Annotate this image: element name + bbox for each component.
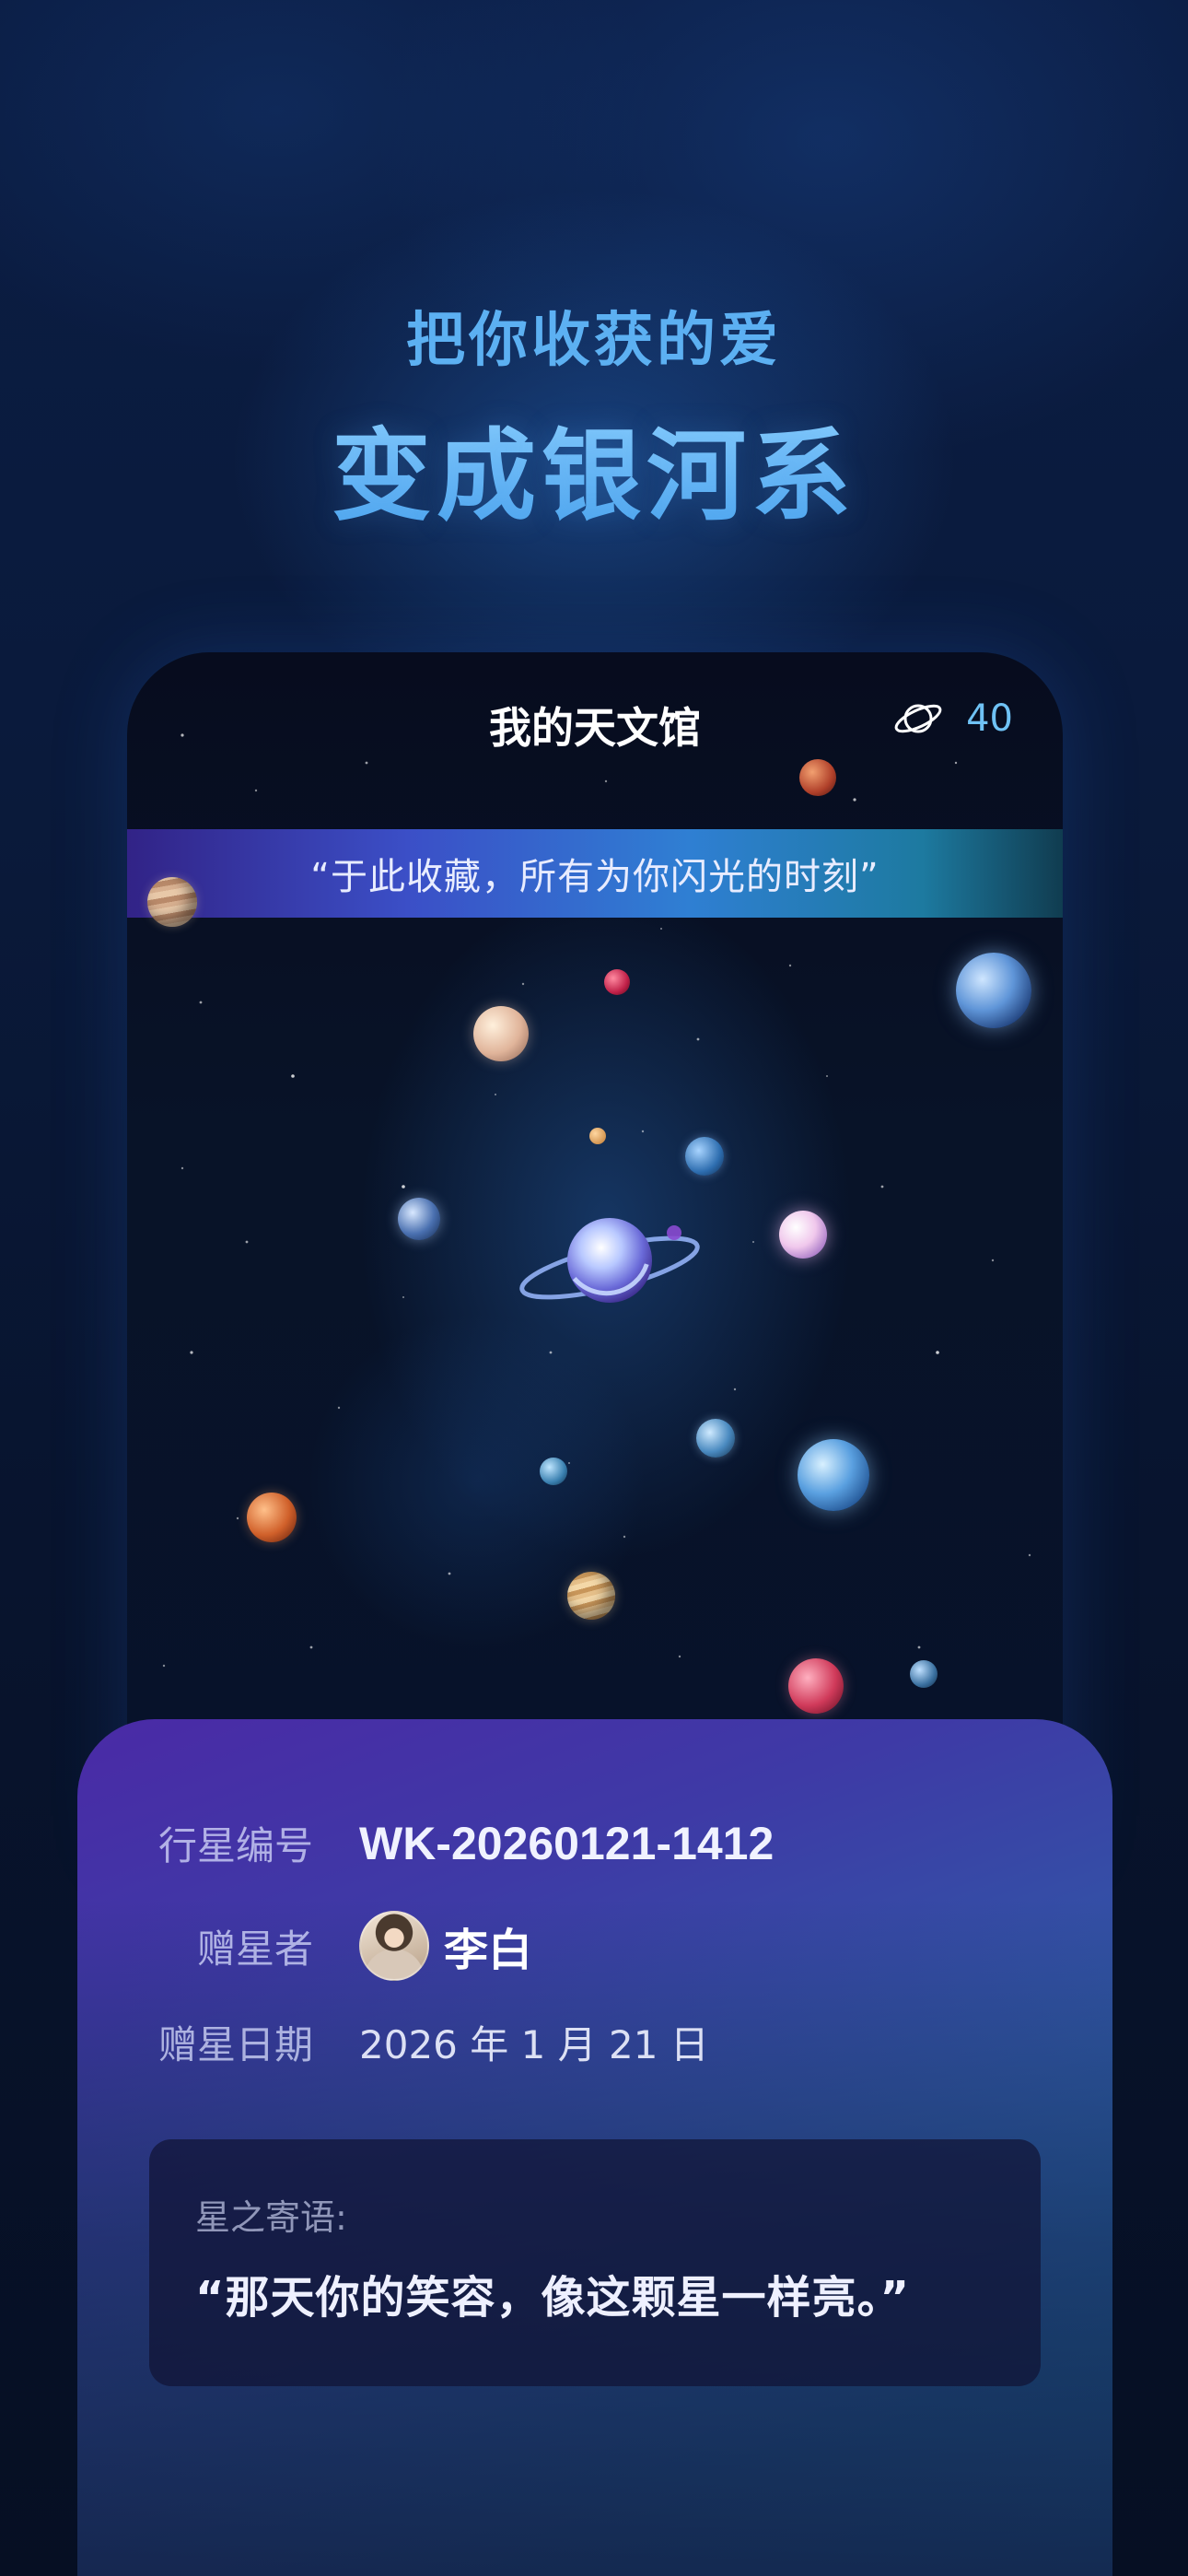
planet-crimson[interactable] (788, 1658, 844, 1714)
planet-red-small[interactable] (604, 969, 630, 995)
planet-orange-left[interactable] (247, 1493, 297, 1542)
observatory-screen: 我的天文馆 40 “于此收藏，所有为你闪光的时刻” (127, 652, 1063, 1850)
quote-banner: “于此收藏，所有为你闪光的时刻” (127, 829, 1063, 918)
planet-gold[interactable] (567, 1572, 615, 1620)
planet-mars-small[interactable] (799, 759, 836, 796)
planet-tiny-blue[interactable] (910, 1660, 938, 1688)
giver-row: 赠星者 李白 (77, 1911, 532, 1981)
planet-id-row: 行星编号 WK-20260121-1412 (77, 1815, 774, 1871)
message-text: “那天你的笑容，像这颗星一样亮。” (195, 2272, 911, 2324)
date-value: 2026 年 1 月 21 日 (359, 2022, 709, 2067)
giver-profile[interactable]: 李白 (359, 1911, 532, 1981)
planet-small-teal[interactable] (540, 1458, 567, 1485)
promo-page: 把你收获的爱 变成银河系 我的天文馆 40 “于此收藏，所有为你闪光的时刻” 行… (0, 0, 1188, 2576)
planet-info-panel: 行星编号 WK-20260121-1412 赠星者 李白 赠星日期 2026 年… (77, 1719, 1112, 2576)
planet-jupiter-left[interactable] (147, 877, 197, 927)
planet-pink[interactable] (779, 1211, 827, 1259)
planet-counter[interactable]: 40 (892, 693, 1013, 744)
planet-blue-center[interactable] (696, 1419, 735, 1458)
date-label: 赠星日期 (157, 2022, 313, 2067)
quote-text: “于此收藏，所有为你闪光的时刻” (310, 856, 879, 898)
message-label: 星之寄语: (195, 2197, 347, 2238)
star-message-box: 星之寄语: “那天你的笑容，像这颗星一样亮。” (149, 2139, 1041, 2386)
planet-blue-large[interactable] (798, 1439, 869, 1511)
planet-count: 40 (966, 697, 1013, 740)
planet-cream[interactable] (473, 1006, 529, 1061)
planet-tiny-orange[interactable] (589, 1128, 606, 1144)
promo-headline-large: 变成银河系 (0, 396, 1188, 540)
date-row: 赠星日期 2026 年 1 月 21 日 (77, 2014, 709, 2070)
planet-ring-icon (894, 704, 942, 733)
planet-id-label: 行星编号 (157, 1823, 313, 1868)
giver-label: 赠星者 (196, 1926, 313, 1972)
planet-blue-mid[interactable] (685, 1137, 724, 1176)
planet-earth-right[interactable] (956, 953, 1031, 1028)
planet-ringed-main[interactable] (518, 1200, 702, 1329)
avatar[interactable] (359, 1911, 429, 1981)
giver-name: 李白 (444, 1925, 533, 1976)
planet-id-value: WK-20260121-1412 (359, 1817, 775, 1869)
planet-blue-left[interactable] (398, 1198, 440, 1240)
promo-headline-small: 把你收获的爱 (406, 307, 782, 375)
